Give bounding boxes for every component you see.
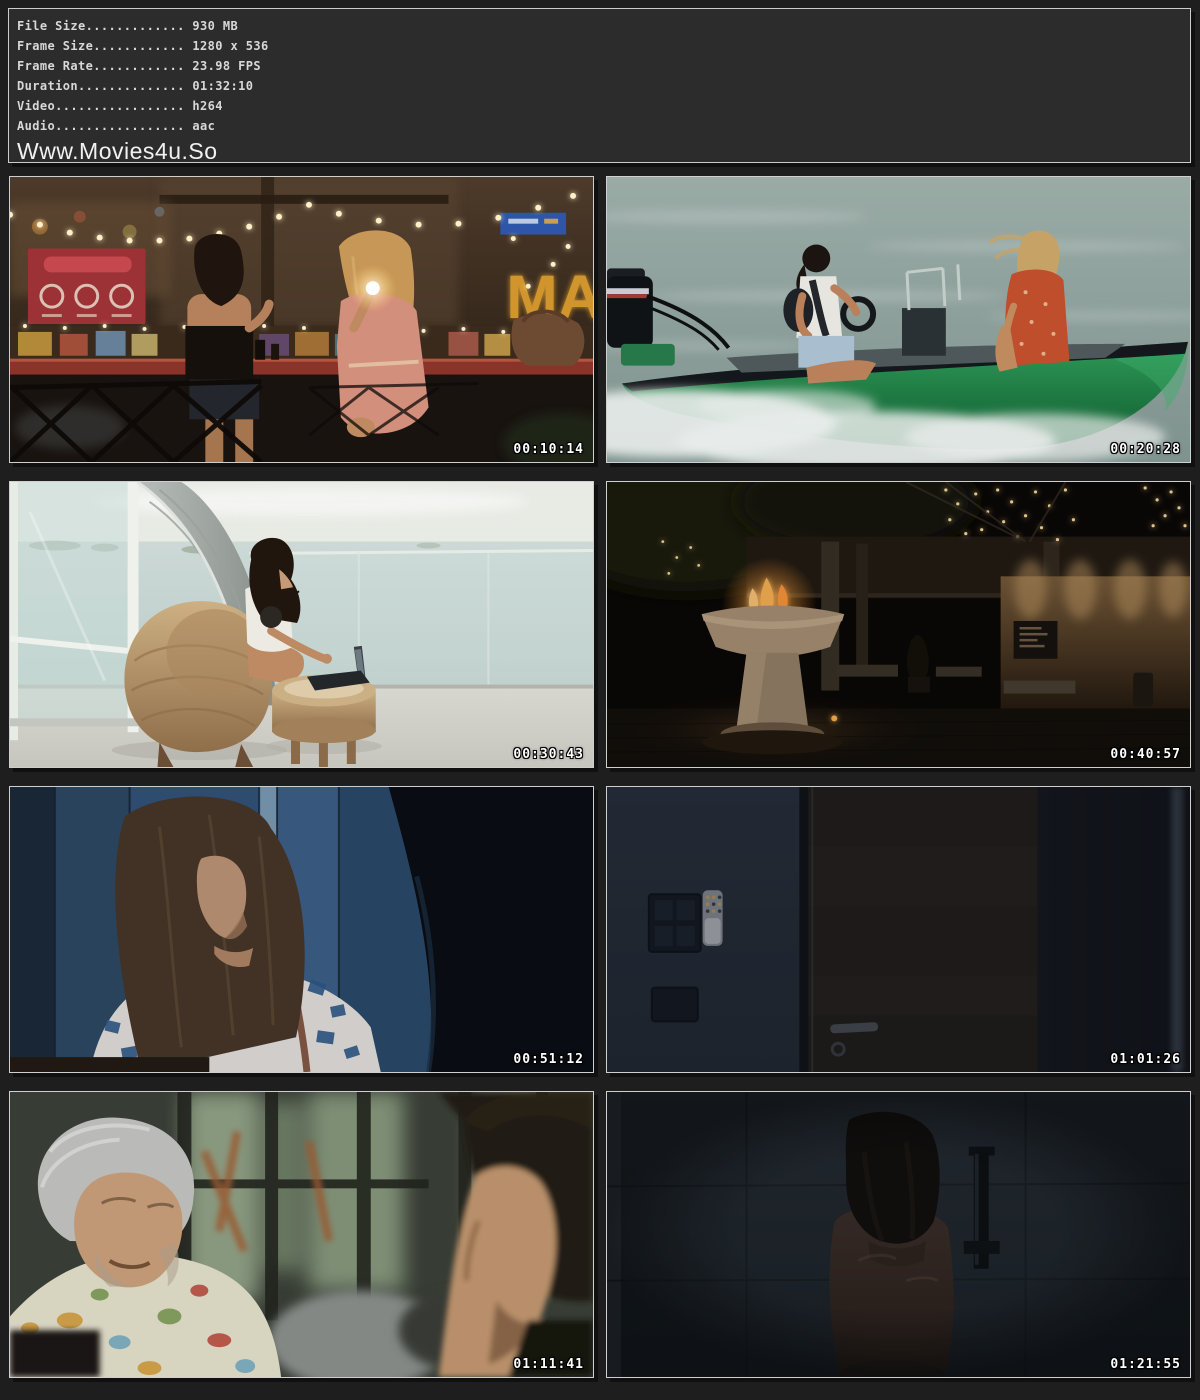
scene-blouse-image — [10, 787, 593, 1072]
scene-shower-image — [607, 1092, 1190, 1377]
duration-line: Duration.............. 01:32:10 — [17, 76, 1180, 96]
audio-codec-line: Audio................. aac — [17, 116, 1180, 136]
screenshot-sheet: { "header": { "info_lines": [ "File Size… — [0, 0, 1200, 1400]
scene-two-men-image — [10, 1092, 593, 1377]
scene-dark-room-image — [607, 787, 1190, 1072]
file-size-line: File Size............. 930 MB — [17, 16, 1180, 36]
glass-wall — [10, 482, 140, 740]
video-codec-line: Video................. h264 — [17, 96, 1180, 116]
timestamp-overlay: 00:20:28 — [1110, 442, 1181, 457]
screenshot-thumb-6: 01:01:26 — [606, 786, 1191, 1073]
scene-night-market-image: MA — [10, 177, 593, 462]
file-info-panel: File Size............. 930 MB Frame Size… — [8, 8, 1191, 163]
timestamp-overlay: 00:30:43 — [513, 747, 584, 762]
scene-balcony-image — [10, 482, 593, 767]
scene-speedboat-image — [607, 177, 1190, 462]
screenshot-thumb-5: 00:51:12 — [9, 786, 594, 1073]
frame-size-line: Frame Size............ 1280 x 536 — [17, 36, 1180, 56]
timestamp-overlay: 00:40:57 — [1110, 747, 1181, 762]
screenshot-thumb-1: MA — [9, 176, 594, 463]
timestamp-overlay: 01:21:55 — [1110, 1357, 1181, 1372]
timestamp-overlay: 01:01:26 — [1110, 1052, 1181, 1067]
timestamp-overlay: 00:10:14 — [513, 442, 584, 457]
screenshot-thumb-7: 01:11:41 — [9, 1091, 594, 1378]
screenshot-thumb-3: 00:30:43 — [9, 481, 594, 768]
timestamp-overlay: 00:51:12 — [513, 1052, 584, 1067]
scene-courtyard-image — [607, 482, 1190, 767]
screenshot-thumb-2: 00:20:28 — [606, 176, 1191, 463]
screenshot-grid: MA — [9, 176, 1191, 1378]
screenshot-thumb-4: 00:40:57 — [606, 481, 1191, 768]
timestamp-overlay: 01:11:41 — [513, 1357, 584, 1372]
site-watermark: Www.Movies4u.So — [17, 138, 1180, 164]
frame-rate-line: Frame Rate............ 23.98 FPS — [17, 56, 1180, 76]
screenshot-thumb-8: 01:21:55 — [606, 1091, 1191, 1378]
